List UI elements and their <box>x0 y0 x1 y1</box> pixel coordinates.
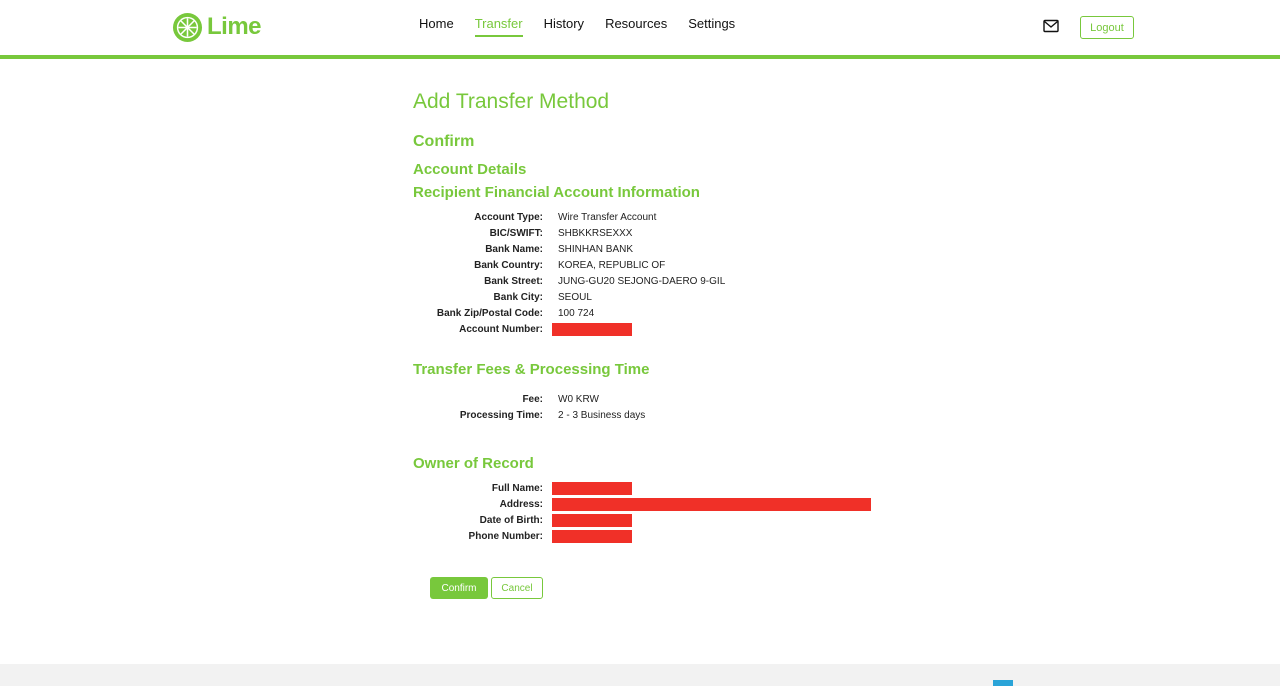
cancel-button[interactable]: Cancel <box>491 577 543 599</box>
detail-label: Fee: <box>522 393 543 405</box>
detail-label: Address: <box>499 498 543 510</box>
logout-button[interactable]: Logout <box>1080 16 1134 39</box>
detail-row: Date of Birth: <box>413 512 871 528</box>
detail-label: Processing Time: <box>459 409 543 421</box>
nav-settings[interactable]: Settings <box>688 16 735 37</box>
detail-label: Bank Country: <box>474 259 543 271</box>
detail-value: Wire Transfer Account <box>558 211 657 223</box>
detail-row: Account Type: Wire Transfer Account <box>413 209 725 225</box>
detail-row: BIC/SWIFT: SHBKKRSEXXX <box>413 225 725 241</box>
detail-row: Bank Zip/Postal Code: 100 724 <box>413 305 725 321</box>
footer <box>0 664 1280 686</box>
top-header: Lime Home Transfer History Resources Set… <box>0 0 1280 56</box>
detail-label: Bank Street: <box>484 275 543 287</box>
recipient-info-heading: Recipient Financial Account Information <box>413 184 700 201</box>
detail-label: BIC/SWIFT: <box>489 227 543 239</box>
detail-value: 2 - 3 Business days <box>558 409 646 421</box>
account-details-heading: Account Details <box>413 161 527 178</box>
detail-label: Date of Birth: <box>479 514 543 526</box>
step-heading: Confirm <box>413 133 475 150</box>
detail-label: Bank Name: <box>485 243 543 255</box>
brand-name: Lime <box>207 13 262 40</box>
detail-label: Account Type: <box>474 211 543 223</box>
detail-label: Phone Number: <box>468 530 543 542</box>
redacted-account-number <box>552 322 632 336</box>
confirm-button[interactable]: Confirm <box>430 577 488 599</box>
fees-list: Fee: W0 KRW Processing Time: 2 - 3 Busin… <box>413 391 645 423</box>
detail-value: SHBKKRSEXXX <box>558 227 633 239</box>
nav-transfer[interactable]: Transfer <box>474 16 523 37</box>
detail-row: Address: <box>413 496 871 512</box>
redacted-full-name <box>552 481 632 495</box>
owner-list: Full Name: Address: Date of Birth: Phone… <box>413 480 871 544</box>
detail-label: Full Name: <box>491 482 543 494</box>
page-title: Add Transfer Method <box>413 90 610 113</box>
detail-label: Bank Zip/Postal Code: <box>436 307 543 319</box>
redacted-date-of-birth <box>552 513 632 527</box>
detail-row: Fee: W0 KRW <box>413 391 645 407</box>
detail-value: 100 724 <box>558 307 595 319</box>
detail-row: Bank Street: JUNG-GU20 SEJONG-DAERO 9-GI… <box>413 273 725 289</box>
footer-badge-icon <box>993 680 1013 686</box>
detail-value: SHINHAN BANK <box>558 243 634 255</box>
nav-resources[interactable]: Resources <box>605 16 667 37</box>
detail-row: Bank Country: KOREA, REPUBLIC OF <box>413 257 725 273</box>
redacted-address <box>552 497 871 511</box>
envelope-icon[interactable] <box>1043 19 1059 33</box>
header-accent-bar <box>0 55 1280 59</box>
nav-history[interactable]: History <box>544 16 584 37</box>
nav-home[interactable]: Home <box>419 16 454 37</box>
lime-logo[interactable]: Lime <box>172 11 262 43</box>
detail-value: KOREA, REPUBLIC OF <box>558 259 666 271</box>
fees-heading: Transfer Fees & Processing Time <box>413 361 650 378</box>
detail-row: Account Number: <box>413 321 725 337</box>
detail-label: Bank City: <box>493 291 543 303</box>
detail-row: Bank City: SEOUL <box>413 289 725 305</box>
detail-row: Phone Number: <box>413 528 871 544</box>
detail-row: Bank Name: SHINHAN BANK <box>413 241 725 257</box>
detail-value: SEOUL <box>558 291 592 303</box>
detail-row: Full Name: <box>413 480 871 496</box>
owner-heading: Owner of Record <box>413 455 534 472</box>
detail-label: Account Number: <box>459 323 543 335</box>
detail-row: Processing Time: 2 - 3 Business days <box>413 407 645 423</box>
main-nav: Home Transfer History Resources Settings <box>419 16 756 37</box>
detail-value: W0 KRW <box>558 393 599 405</box>
redacted-phone-number <box>552 529 632 543</box>
lime-logo-icon <box>172 12 203 42</box>
detail-value: JUNG-GU20 SEJONG-DAERO 9-GIL <box>558 275 726 287</box>
account-details-list: Account Type: Wire Transfer Account BIC/… <box>413 209 725 337</box>
